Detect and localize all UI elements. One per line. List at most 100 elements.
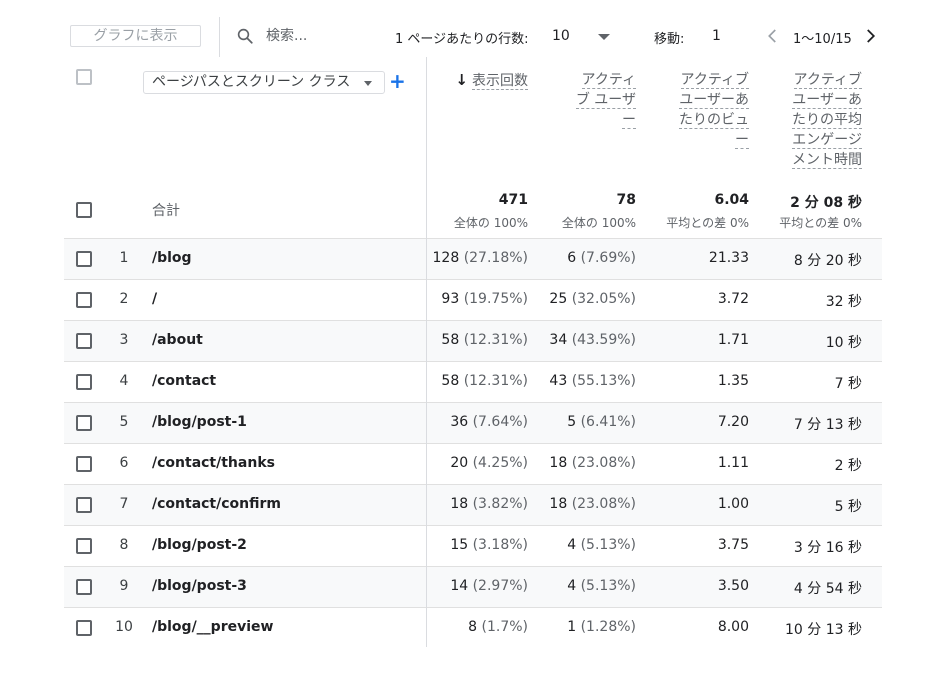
show-in-graph-button[interactable]: グラフに表示 — [70, 25, 201, 47]
column-header-active-users[interactable]: アクティ ブ ユーザ ー — [556, 70, 636, 130]
total-active-users: 78 — [616, 192, 636, 208]
active-users-value: 6 — [567, 250, 577, 266]
views-per-user-cell: 7.20 — [717, 414, 749, 430]
row-checkbox[interactable] — [76, 251, 92, 267]
active-users-cell: 6 (7.69%) — [536, 250, 636, 266]
header-line: エンゲージ — [792, 132, 862, 149]
chevron-left-icon[interactable] — [764, 27, 782, 45]
views-percent: (19.75%) — [463, 291, 528, 307]
chevron-down-icon[interactable] — [598, 34, 610, 40]
total-avg-engagement-sub: 平均との差 0% — [779, 216, 862, 230]
row-checkbox[interactable] — [76, 333, 92, 349]
views-value: 15 — [450, 537, 469, 553]
active-users-value: 5 — [567, 414, 577, 430]
page-path[interactable]: /blog/post-1 — [152, 414, 247, 430]
column-header-views-per-user[interactable]: アクティブ ユーザーあ たりのビュ ー — [664, 70, 749, 150]
page-path[interactable]: / — [152, 291, 157, 307]
goto-page-input[interactable]: 1 — [712, 28, 721, 44]
page-range: 1〜10/15 — [793, 32, 852, 47]
page-path[interactable]: /contact — [152, 373, 216, 389]
row-index: 7 — [119, 496, 129, 512]
avg-engagement-cell: 10 分 13 秒 — [785, 622, 862, 638]
page-path[interactable]: /contact/confirm — [152, 496, 281, 512]
active-users-value: 1 — [567, 619, 577, 635]
search-input[interactable] — [262, 26, 380, 46]
row-checkbox[interactable] — [76, 456, 92, 472]
row-checkbox[interactable] — [76, 292, 92, 308]
table-row[interactable]: 7/contact/confirm 18 (3.82%) 18 (23.08%) 1.… — [64, 484, 882, 525]
page-path[interactable]: /blog — [152, 250, 192, 266]
views-per-user-cell: 1.00 — [717, 496, 749, 512]
avg-engagement-cell: 7 秒 — [834, 376, 862, 392]
row-checkbox[interactable] — [76, 374, 92, 390]
active-users-percent: (32.05%) — [571, 291, 636, 307]
header-line: ユーザーあ — [792, 92, 862, 109]
table-row[interactable]: 1/blog 128 (27.18%) 6 (7.69%) 21.33 8 分 20 秒 — [64, 238, 882, 279]
table-row[interactable]: 9/blog/post-3 14 (2.97%) 4 (5.13%) 3.50 4 分 … — [64, 566, 882, 607]
row-index: 8 — [119, 537, 129, 553]
select-all-checkbox[interactable] — [76, 202, 92, 218]
rows-per-page-select[interactable]: 10 — [552, 28, 570, 44]
search-icon[interactable] — [236, 27, 254, 45]
total-active-users-sub: 全体の 100% — [561, 216, 636, 230]
chevron-down-icon[interactable] — [364, 81, 372, 86]
row-checkbox[interactable] — [76, 620, 92, 636]
table-row[interactable]: 6/contact/thanks 20 (4.25%) 18 (23.08%) 1.1… — [64, 443, 882, 484]
views-percent: (7.64%) — [472, 414, 528, 430]
avg-engagement-cell: 5 秒 — [834, 499, 862, 515]
table-toolbar: グラフに表示 1 ページあたりの行数: 10 移動: 1 1〜10/15 — [0, 0, 936, 72]
active-users-value: 25 — [549, 291, 568, 307]
add-dimension-button[interactable]: + — [389, 70, 406, 92]
views-header-label: 表示回数 — [472, 73, 528, 90]
total-views-per-user: 6.04 — [714, 192, 749, 208]
views-value: 14 — [450, 578, 469, 594]
rows-per-page-label: 1 ページあたりの行数: — [395, 32, 529, 47]
page-path[interactable]: /blog/post-3 — [152, 578, 247, 594]
active-users-value: 18 — [549, 455, 568, 471]
column-header-avg-engagement[interactable]: アクティブ ユーザーあ たりの平均 エンゲージ メント時間 — [776, 70, 862, 170]
table-row[interactable]: 4/contact 58 (12.31%) 43 (55.13%) 1.35 7 秒 — [64, 361, 882, 402]
column-header-views[interactable]: ↓ 表示回数 — [440, 70, 528, 91]
header-line: ブ ユーザ — [575, 92, 636, 109]
row-index: 6 — [119, 455, 129, 471]
views-per-user-cell: 1.35 — [717, 373, 749, 389]
table-row[interactable]: 2 / 93 (19.75%) 25 (32.05%) 3.72 32 秒 — [64, 279, 882, 320]
views-cell: 36 (7.64%) — [424, 414, 528, 430]
views-per-user-cell: 21.33 — [708, 250, 749, 266]
row-checkbox[interactable] — [76, 497, 92, 513]
page-path[interactable]: /about — [152, 332, 203, 348]
views-per-user-cell: 1.11 — [717, 455, 749, 471]
views-cell: 20 (4.25%) — [424, 455, 528, 471]
views-cell: 58 (12.31%) — [424, 332, 528, 348]
dimension-select[interactable]: ページパスとスクリーン クラス — [143, 71, 385, 94]
chevron-right-icon[interactable] — [861, 27, 879, 45]
header-line: アクティ — [581, 72, 636, 89]
row-checkbox[interactable] — [76, 538, 92, 554]
active-users-cell: 4 (5.13%) — [536, 537, 636, 553]
table-row[interactable]: 10/blog/__preview 8 (1.7%) 1 (1.28%) 8.00 10… — [64, 607, 882, 648]
page-path[interactable]: /blog/__preview — [152, 619, 273, 635]
views-per-user-cell: 3.75 — [717, 537, 749, 553]
table-row[interactable]: 8/blog/post-2 15 (3.18%) 4 (5.13%) 3.75 3 分 … — [64, 525, 882, 566]
row-checkbox[interactable] — [76, 579, 92, 595]
arrow-down-icon: ↓ — [455, 71, 468, 89]
header-line: メント時間 — [792, 152, 862, 169]
table-row[interactable]: 5/blog/post-1 36 (7.64%) 5 (6.41%) 7.20 7 分 … — [64, 402, 882, 443]
active-users-percent: (5.13%) — [580, 537, 636, 553]
page-path[interactable]: /contact/thanks — [152, 455, 275, 471]
avg-engagement-cell: 7 分 13 秒 — [793, 417, 862, 433]
active-users-percent: (6.41%) — [580, 414, 636, 430]
row-index: 1 — [119, 250, 129, 266]
page-path[interactable]: /blog/post-2 — [152, 537, 247, 553]
avg-engagement-cell: 2 秒 — [834, 458, 862, 474]
select-all-checkbox-header[interactable] — [76, 69, 92, 85]
row-checkbox[interactable] — [76, 415, 92, 431]
table-row[interactable]: 3/about 58 (12.31%) 34 (43.59%) 1.71 10 秒 — [64, 320, 882, 361]
views-cell: 128 (27.18%) — [424, 250, 529, 266]
row-index: 4 — [119, 373, 129, 389]
active-users-cell: 18 (23.08%) — [536, 496, 636, 512]
goto-page-label: 移動: — [654, 32, 685, 47]
views-cell: 15 (3.18%) — [424, 537, 528, 553]
active-users-percent: (1.28%) — [580, 619, 636, 635]
header-line: ユーザーあ — [679, 92, 749, 109]
